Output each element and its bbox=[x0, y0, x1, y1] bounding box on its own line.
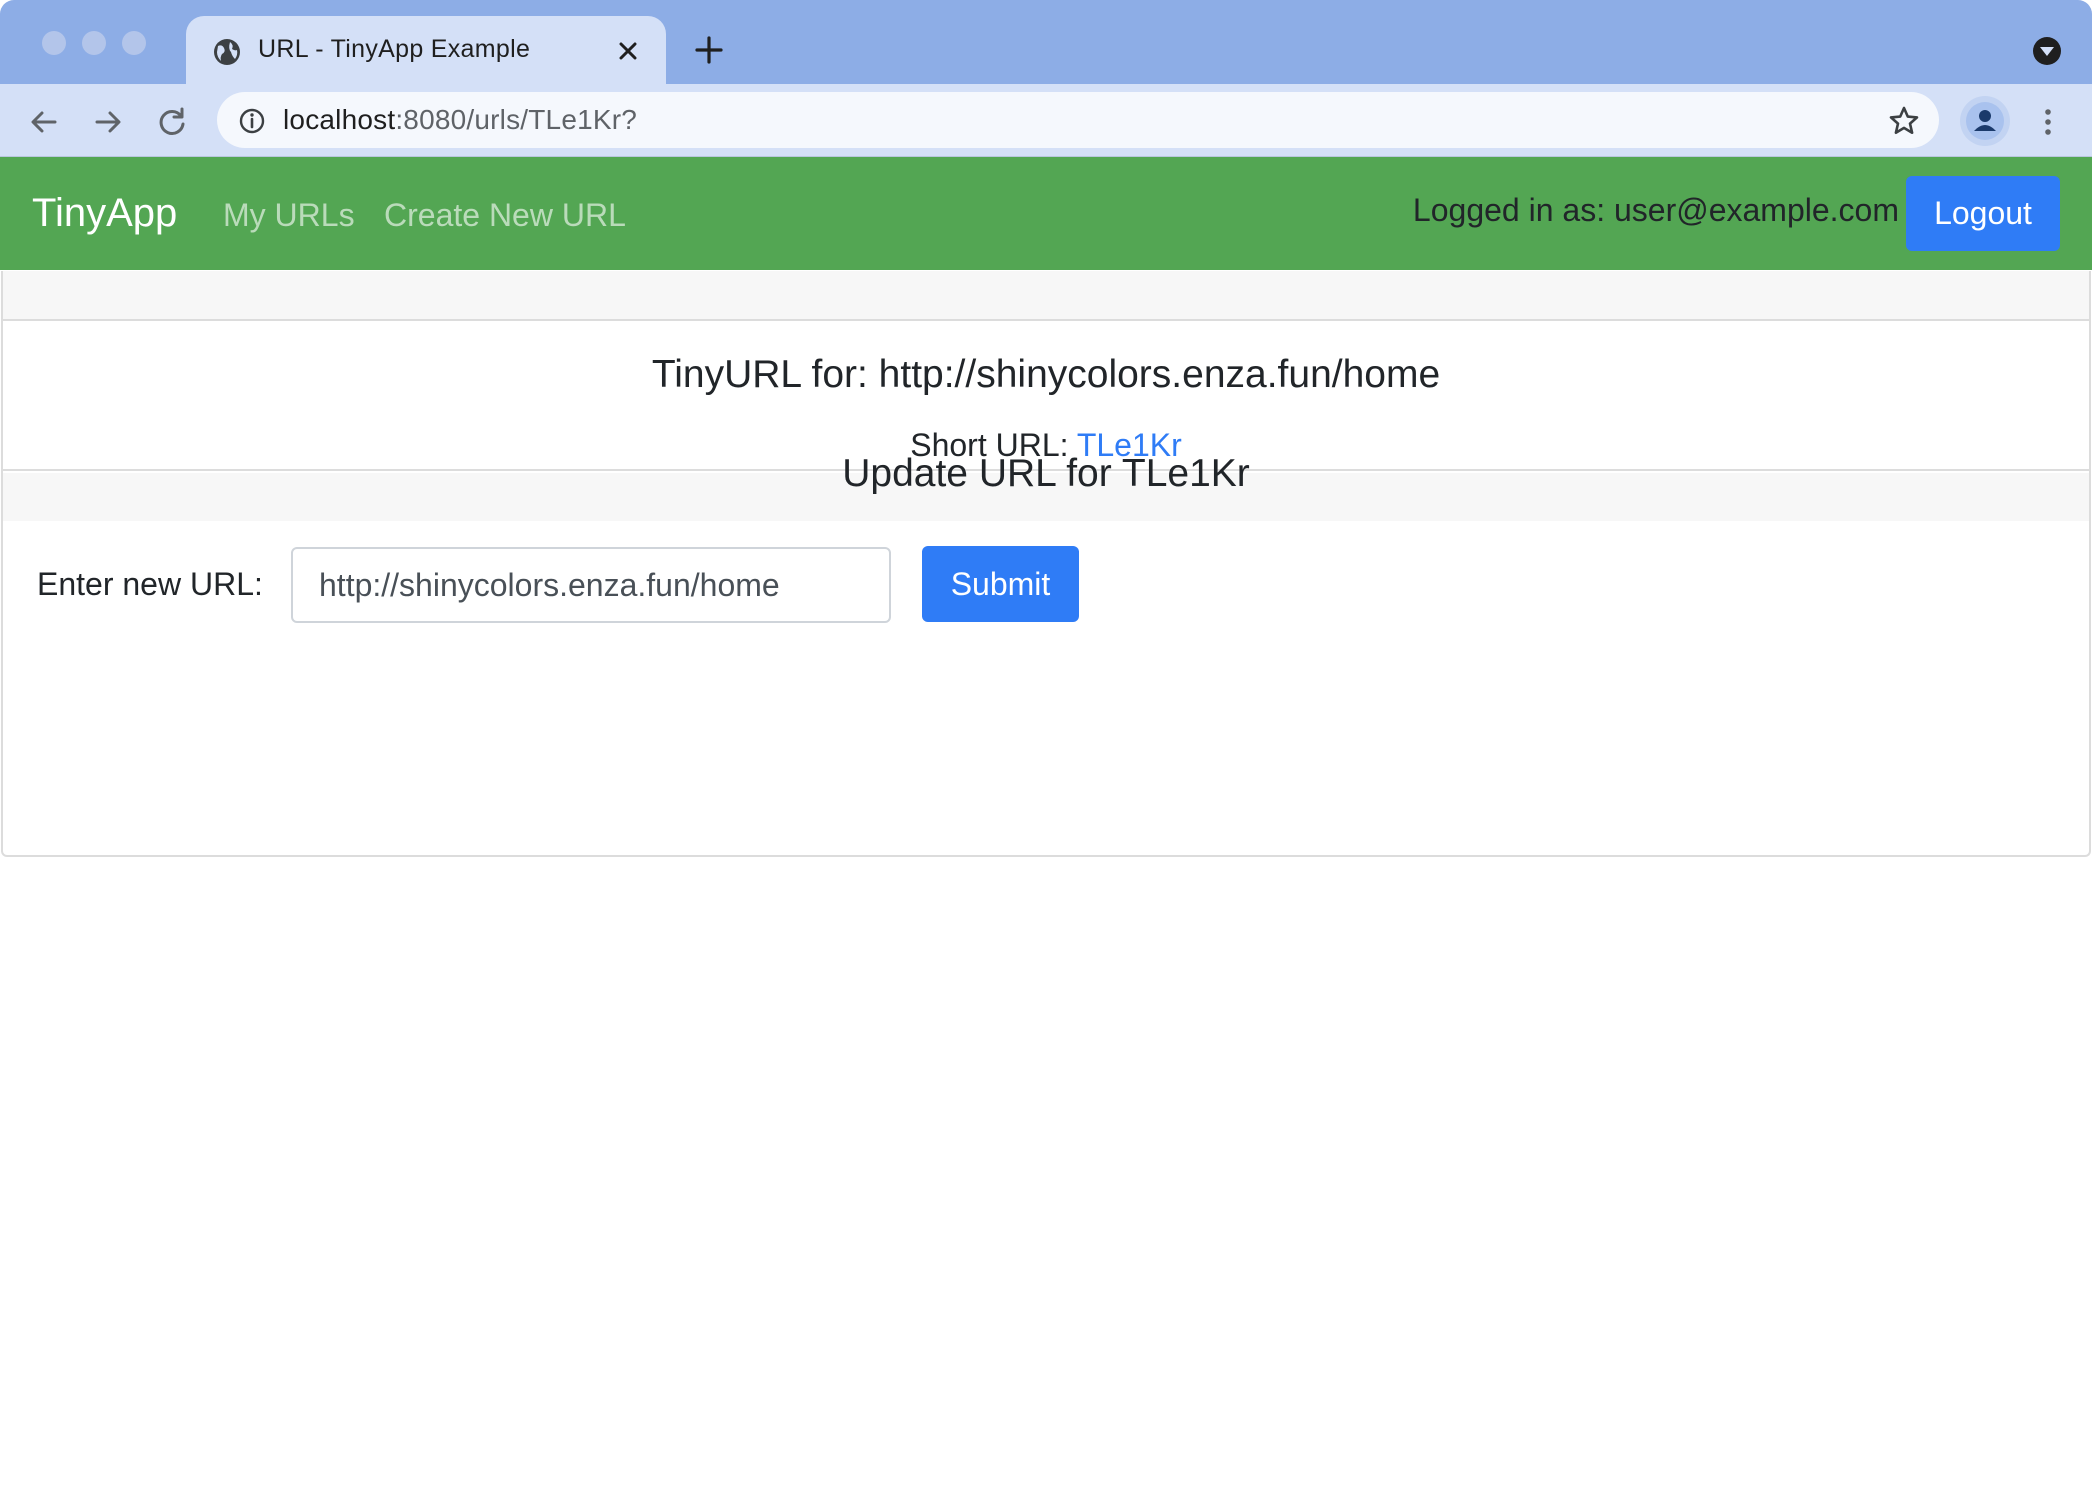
back-arrow-icon[interactable] bbox=[26, 104, 62, 140]
update-heading: Update URL for TLe1Kr bbox=[842, 452, 1250, 495]
brand-logo[interactable]: TinyApp bbox=[32, 191, 177, 236]
chevron-down-icon[interactable] bbox=[2030, 34, 2064, 68]
window-close-dot[interactable] bbox=[42, 31, 66, 55]
plus-icon[interactable] bbox=[692, 33, 726, 67]
address-bar[interactable]: localhost:8080/urls/TLe1Kr? bbox=[217, 92, 1939, 148]
tab-title: URL - TinyApp Example bbox=[258, 35, 531, 63]
info-icon[interactable] bbox=[237, 106, 267, 136]
tinyurl-heading: TinyURL for: http://shinycolors.enza.fun… bbox=[651, 353, 1441, 396]
browser-toolbar: localhost:8080/urls/TLe1Kr? bbox=[0, 84, 2092, 157]
more-vert-icon[interactable] bbox=[2034, 104, 2062, 140]
url-path: :8080/urls/TLe1Kr? bbox=[395, 104, 638, 135]
logged-in-status: Logged in as: user@example.com bbox=[1412, 192, 1899, 228]
app-navbar: TinyApp My URLs Create New URL Logged in… bbox=[0, 157, 2092, 270]
new-url-input[interactable] bbox=[291, 547, 891, 623]
card-header bbox=[3, 271, 2089, 321]
globe-icon bbox=[214, 39, 240, 65]
reload-icon[interactable] bbox=[154, 104, 190, 140]
browser-tab[interactable]: URL - TinyApp Example bbox=[186, 16, 666, 84]
submit-button[interactable]: Submit bbox=[922, 546, 1079, 622]
address-url[interactable]: localhost:8080/urls/TLe1Kr? bbox=[283, 104, 637, 136]
new-url-label: Enter new URL: bbox=[37, 566, 263, 602]
close-icon[interactable] bbox=[614, 37, 642, 65]
window-minimize-dot[interactable] bbox=[82, 31, 106, 55]
profile-avatar[interactable] bbox=[1960, 96, 2010, 146]
window-zoom-dot[interactable] bbox=[122, 31, 146, 55]
star-icon[interactable] bbox=[1887, 104, 1921, 138]
url-host: localhost bbox=[283, 104, 396, 135]
nav-link-my-urls[interactable]: My URLs bbox=[223, 197, 355, 234]
nav-link-create-new-url[interactable]: Create New URL bbox=[384, 197, 626, 234]
url-card: TinyURL for: http://shinycolors.enza.fun… bbox=[1, 271, 2091, 857]
browser-tab-strip: URL - TinyApp Example bbox=[0, 0, 2092, 84]
forward-arrow-icon[interactable] bbox=[90, 104, 126, 140]
profile-icon bbox=[1966, 102, 2004, 140]
url-detail-section: TinyURL for: http://shinycolors.enza.fun… bbox=[3, 323, 2089, 471]
logout-button[interactable]: Logout bbox=[1906, 176, 2060, 251]
